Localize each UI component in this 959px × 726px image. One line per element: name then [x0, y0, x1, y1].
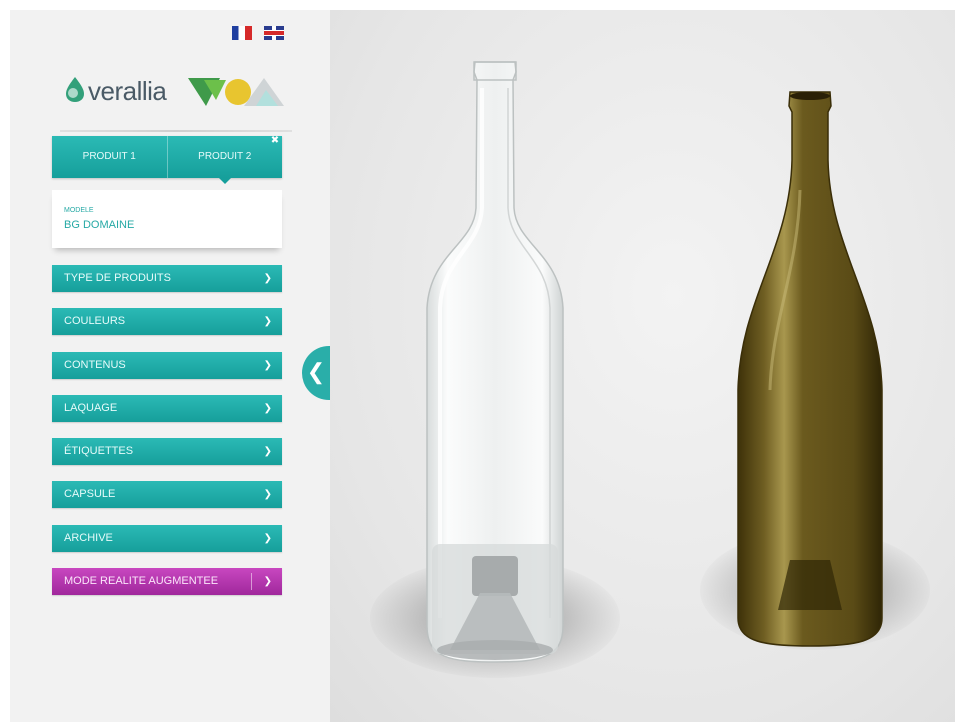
- chevron-left-icon: ❮: [306, 359, 326, 384]
- menu-label: COULEURS: [64, 315, 126, 327]
- menu-label: ÉTIQUETTES: [64, 445, 134, 457]
- chevron-down-icon: ❯: [263, 489, 272, 500]
- flag-france-icon[interactable]: [232, 26, 252, 40]
- model-value: BG DOMAINE: [64, 219, 135, 231]
- produit-1-bottle[interactable]: [420, 58, 570, 670]
- logo-divider: [60, 130, 292, 132]
- menu-type-de-produits[interactable]: TYPE DE PRODUITS ❯: [52, 265, 282, 292]
- menu-label: MODE REALITE AUGMENTEE: [64, 575, 219, 587]
- menu-archive[interactable]: ARCHIVE ❯: [52, 525, 282, 552]
- tab-produit-2[interactable]: PRODUIT 2 ✖: [166, 136, 283, 184]
- vvq-logo-icon: [188, 78, 284, 106]
- model-card: MODELE BG DOMAINE: [52, 190, 282, 248]
- tab-label: PRODUIT 2: [198, 151, 252, 162]
- chevron-down-icon: ❯: [263, 360, 272, 371]
- menu-capsule[interactable]: CAPSULE ❯: [52, 481, 282, 508]
- chevron-down-icon: ❯: [263, 273, 272, 284]
- menu-label: TYPE DE PRODUITS: [64, 272, 171, 284]
- brand-name: verallia: [88, 76, 167, 106]
- menu-label: CONTENUS: [64, 359, 126, 371]
- brand-logo: verallia: [64, 70, 304, 120]
- menu-couleurs[interactable]: COULEURS ❯: [52, 308, 282, 335]
- menu-laquage[interactable]: LAQUAGE ❯: [52, 395, 282, 422]
- close-icon[interactable]: ✖: [270, 136, 280, 146]
- menu-label: CAPSULE: [64, 488, 116, 500]
- menu-etiquettes[interactable]: ÉTIQUETTES ❯: [52, 438, 282, 465]
- produit-2-bottle[interactable]: [730, 90, 890, 650]
- menu-contenus[interactable]: CONTENUS ❯: [52, 352, 282, 379]
- model-label: MODELE: [64, 207, 94, 214]
- 3d-viewer[interactable]: [330, 10, 955, 722]
- button-separator: [251, 573, 252, 590]
- menu-label: LAQUAGE: [64, 402, 118, 414]
- chevron-down-icon: ❯: [263, 446, 272, 457]
- verallia-drop-icon: [66, 77, 84, 102]
- menu-mode-realite-augmentee[interactable]: MODE REALITE AUGMENTEE ❯: [52, 568, 282, 595]
- tab-produit-1[interactable]: PRODUIT 1: [52, 136, 167, 178]
- chevron-down-icon: ❯: [263, 576, 272, 587]
- chevron-down-icon: ❯: [263, 403, 272, 414]
- flag-uk-icon[interactable]: [264, 26, 284, 40]
- menu-label: ARCHIVE: [64, 532, 113, 544]
- product-tabs: PRODUIT 1 PRODUIT 2 ✖: [52, 136, 283, 184]
- chevron-down-icon: ❯: [263, 533, 272, 544]
- language-switcher: [232, 26, 284, 40]
- tab-label: PRODUIT 1: [82, 151, 136, 162]
- chevron-down-icon: ❯: [263, 316, 272, 327]
